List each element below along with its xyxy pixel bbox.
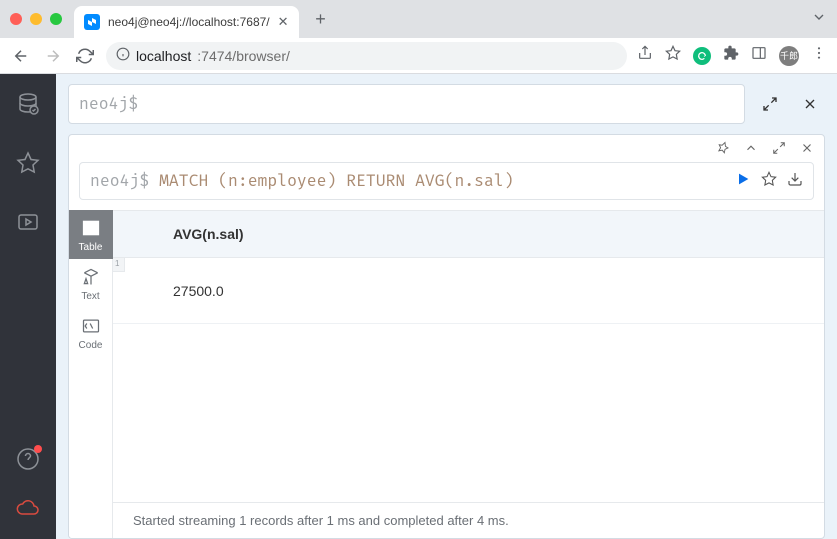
- neo4j-browser-app: neo4j$ neo4j$ MATCH: [0, 74, 837, 539]
- status-bar: Started streaming 1 records after 1 ms a…: [113, 502, 824, 538]
- row-number: 1: [113, 258, 125, 272]
- extension-grammarly-icon[interactable]: [693, 47, 711, 65]
- address-bar[interactable]: localhost :7474/browser/: [106, 42, 627, 70]
- sidebar-help-icon[interactable]: [16, 447, 40, 476]
- frame-body: Table Text Code AVG(n.sal): [69, 210, 824, 538]
- forward-button[interactable]: [42, 47, 64, 65]
- table-empty-space: [113, 324, 824, 502]
- column-header: AVG(n.sal): [173, 226, 244, 242]
- frame-query-text[interactable]: MATCH (n:employee) RETURN AVG(n.sal): [159, 171, 725, 191]
- cell-value: 27500.0: [173, 283, 224, 299]
- browser-toolbar: localhost :7474/browser/ 千郎: [0, 38, 837, 74]
- export-query-icon[interactable]: [787, 171, 803, 192]
- browser-menu-icon[interactable]: [811, 45, 827, 66]
- notification-dot-icon: [34, 445, 42, 453]
- viewmode-label: Text: [81, 291, 99, 302]
- window-close-button[interactable]: [10, 13, 22, 25]
- result-table: AVG(n.sal) 1 27500.0 Started streaming 1…: [113, 210, 824, 538]
- sidebar-database-icon[interactable]: [16, 92, 40, 121]
- expand-editor-icon[interactable]: [755, 89, 785, 119]
- viewmode-table[interactable]: Table: [69, 210, 113, 259]
- main-panel: neo4j$ neo4j$ MATCH: [56, 74, 837, 539]
- browser-tab[interactable]: neo4j@neo4j://localhost:7687/ ✕: [74, 6, 299, 38]
- tab-close-icon[interactable]: ✕: [278, 14, 289, 30]
- favorite-query-icon[interactable]: [761, 171, 777, 192]
- url-host: localhost: [136, 48, 191, 64]
- frame-query: neo4j$ MATCH (n:employee) RETURN AVG(n.s…: [79, 162, 814, 200]
- close-editor-icon[interactable]: [795, 89, 825, 119]
- viewmode-code[interactable]: Code: [69, 308, 113, 357]
- back-button[interactable]: [10, 47, 32, 65]
- fullscreen-frame-icon[interactable]: [772, 141, 786, 160]
- viewmode-label: Code: [79, 340, 103, 351]
- result-frame: neo4j$ MATCH (n:employee) RETURN AVG(n.s…: [68, 134, 825, 539]
- sidebar-guides-icon[interactable]: [16, 210, 40, 239]
- tab-strip: neo4j@neo4j://localhost:7687/ ✕ +: [0, 0, 837, 38]
- editor-prompt: neo4j$: [79, 94, 138, 114]
- share-icon[interactable]: [637, 45, 653, 66]
- rerun-query-icon[interactable]: [735, 171, 751, 192]
- browser-chrome: neo4j@neo4j://localhost:7687/ ✕ + localh…: [0, 0, 837, 74]
- site-info-icon[interactable]: [116, 47, 130, 64]
- pin-frame-icon[interactable]: [716, 141, 730, 160]
- frame-controls: [69, 135, 824, 162]
- frame-prompt: neo4j$: [90, 171, 149, 191]
- table-row: 1 27500.0: [113, 258, 824, 324]
- profile-avatar[interactable]: 千郎: [779, 46, 799, 66]
- tab-title: neo4j@neo4j://localhost:7687/: [108, 15, 270, 29]
- toolbar-actions: 千郎: [637, 45, 827, 66]
- close-frame-icon[interactable]: [800, 141, 814, 160]
- url-path: :7474/browser/: [197, 48, 290, 64]
- extensions-icon[interactable]: [723, 45, 739, 66]
- collapse-frame-icon[interactable]: [744, 141, 758, 160]
- sidebar-favorites-icon[interactable]: [16, 151, 40, 180]
- new-tab-button[interactable]: +: [307, 5, 335, 33]
- app-sidebar: [0, 74, 56, 539]
- sidepanel-icon[interactable]: [751, 45, 767, 66]
- window-maximize-button[interactable]: [50, 13, 62, 25]
- window-controls: [10, 13, 62, 25]
- viewmode-rail: Table Text Code: [69, 210, 113, 538]
- tab-overflow-button[interactable]: [811, 9, 827, 30]
- reload-button[interactable]: [74, 47, 96, 65]
- table-header: AVG(n.sal): [113, 210, 824, 258]
- bookmark-star-icon[interactable]: [665, 45, 681, 66]
- editor-row: neo4j$: [68, 84, 825, 124]
- tab-favicon-icon: [84, 14, 100, 30]
- sidebar-cloud-icon[interactable]: [16, 496, 40, 525]
- viewmode-text[interactable]: Text: [69, 259, 113, 308]
- cypher-editor[interactable]: neo4j$: [68, 84, 745, 124]
- viewmode-label: Table: [79, 242, 103, 253]
- window-minimize-button[interactable]: [30, 13, 42, 25]
